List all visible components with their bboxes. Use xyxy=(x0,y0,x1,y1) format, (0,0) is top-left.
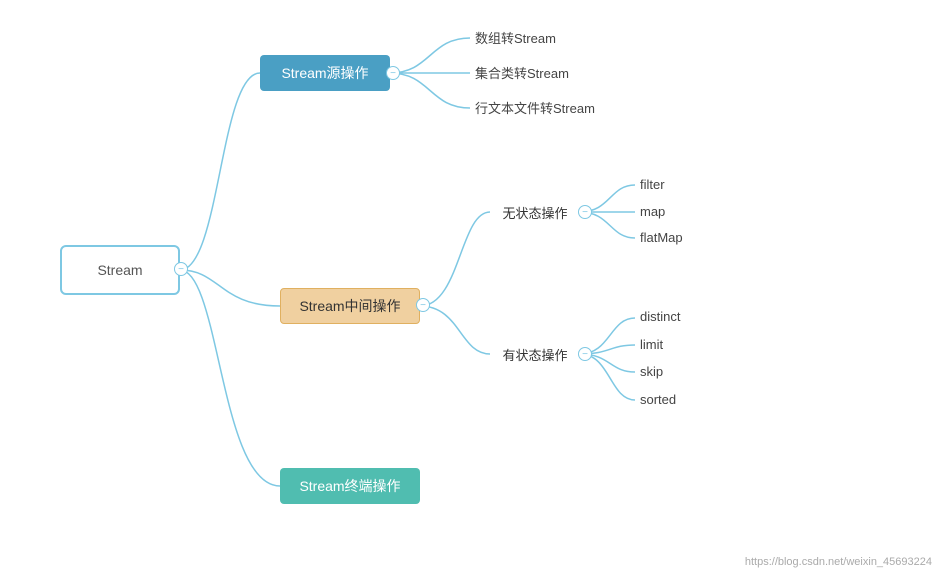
source-collapse-dot[interactable]: − xyxy=(386,66,400,80)
leaf-stateless-1: filter xyxy=(640,177,665,192)
leaf-stateful-4: sorted xyxy=(640,392,676,407)
leaf-source-3: 行文本文件转Stream xyxy=(475,98,595,117)
leaf-stateful-2: limit xyxy=(640,337,663,352)
middle-collapse-dot[interactable]: − xyxy=(416,298,430,312)
middle-label: Stream中间操作 xyxy=(299,296,400,316)
stateful-node: 有状态操作 xyxy=(490,340,580,368)
stream-node: Stream xyxy=(60,245,180,295)
source-node: Stream源操作 xyxy=(260,55,390,91)
stateless-node: 无状态操作 xyxy=(490,198,580,226)
leaf-source-1: 数组转Stream xyxy=(475,28,556,47)
leaf-stateless-3: flatMap xyxy=(640,230,683,245)
source-label: Stream源操作 xyxy=(281,63,368,83)
middle-node: Stream中间操作 xyxy=(280,288,420,324)
leaf-stateful-1: distinct xyxy=(640,309,680,324)
watermark: https://blog.csdn.net/weixin_45693224 xyxy=(745,556,932,568)
stateless-collapse-dot[interactable]: − xyxy=(578,205,592,219)
terminal-node: Stream终端操作 xyxy=(280,468,420,504)
mind-map-canvas: Stream − Stream源操作 − Stream中间操作 − Stream… xyxy=(0,0,942,578)
terminal-label: Stream终端操作 xyxy=(299,476,400,496)
stream-collapse-dot[interactable]: − xyxy=(174,262,188,276)
stateful-collapse-dot[interactable]: − xyxy=(578,347,592,361)
stateless-label: 无状态操作 xyxy=(502,203,567,222)
leaf-stateless-2: map xyxy=(640,204,665,219)
leaf-source-2: 集合类转Stream xyxy=(475,63,569,82)
stateful-label: 有状态操作 xyxy=(502,345,567,364)
stream-label: Stream xyxy=(97,262,142,278)
leaf-stateful-3: skip xyxy=(640,364,663,379)
